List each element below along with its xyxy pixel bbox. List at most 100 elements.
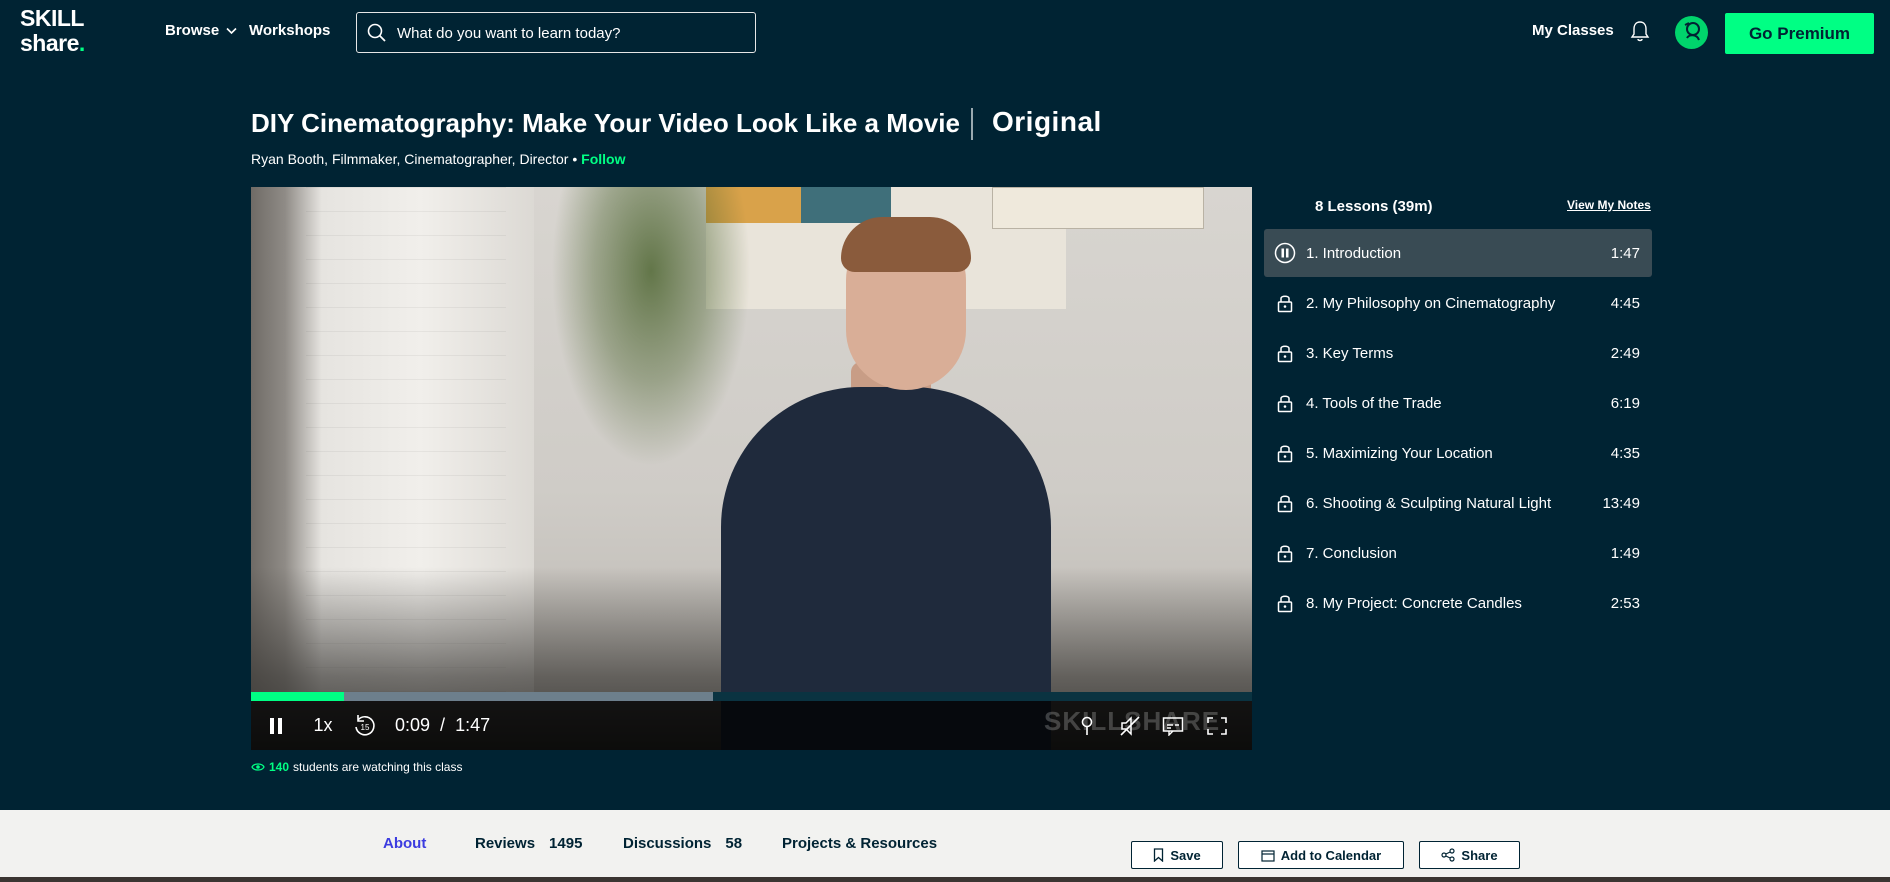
add-to-calendar-label: Add to Calendar: [1280, 847, 1382, 863]
teacher-name[interactable]: Ryan Booth, Filmmaker, Cinematographer, …: [251, 151, 568, 167]
lock-icon: [1277, 295, 1293, 313]
lesson-icon-wrap: [1264, 293, 1306, 313]
bookmark-icon: [1154, 848, 1164, 862]
lesson-icon-wrap: [1264, 443, 1306, 463]
pause-icon: [270, 717, 282, 734]
video-frame-frame: [992, 187, 1204, 229]
bullet-separator: •: [572, 151, 578, 167]
class-tabs-bar: [0, 810, 1890, 882]
lesson-duration: 13:49: [1602, 494, 1640, 512]
lesson-item[interactable]: 2. My Philosophy on Cinematography 4:45: [1264, 279, 1652, 327]
lesson-title: 1. Introduction: [1306, 244, 1402, 262]
lesson-item[interactable]: 3. Key Terms 2:49: [1264, 329, 1652, 377]
tab-reviews[interactable]: Reviews 1495: [475, 835, 582, 852]
chevron-down-icon: [226, 27, 237, 35]
lesson-title: 7. Conclusion: [1306, 544, 1397, 562]
go-premium-button[interactable]: Go Premium: [1725, 13, 1874, 54]
video-frame-person-hair: [841, 217, 971, 272]
search-bar[interactable]: [356, 12, 756, 53]
search-input[interactable]: [395, 17, 749, 50]
time-display: 0:09 / 1:47: [395, 701, 490, 750]
page-bottom-edge: [0, 877, 1890, 882]
captions-button[interactable]: [1160, 701, 1186, 750]
title-divider: [971, 108, 973, 140]
avatar-illustration-icon: [1684, 22, 1700, 41]
tab-discussions-count: 58: [725, 835, 743, 852]
share-button[interactable]: Share: [1419, 841, 1520, 869]
captions-icon: [1162, 716, 1184, 736]
tab-reviews-count: 1495: [549, 835, 583, 852]
lock-icon: [1277, 495, 1293, 513]
add-to-calendar-button[interactable]: Add to Calendar: [1238, 841, 1404, 869]
browse-label: Browse: [165, 22, 220, 39]
lesson-duration: 4:45: [1610, 294, 1640, 312]
logo-line-2: share: [20, 30, 79, 56]
original-badge: Original: [992, 106, 1102, 137]
time-separator: /: [440, 715, 446, 735]
mute-button[interactable]: [1117, 701, 1143, 750]
progress-played[interactable]: [251, 692, 345, 701]
tab-discussions[interactable]: Discussions 58: [623, 835, 742, 852]
workshops-link[interactable]: Workshops: [249, 22, 330, 39]
tab-discussions-label: Discussions: [623, 835, 712, 852]
lessons-count: 8 Lessons (39m): [1315, 198, 1433, 215]
lesson-title: 4. Tools of the Trade: [1306, 394, 1442, 412]
tab-about[interactable]: About: [383, 835, 426, 852]
fullscreen-icon: [1207, 716, 1227, 735]
pause-button[interactable]: [265, 701, 287, 750]
lock-icon: [1277, 395, 1293, 413]
lesson-icon-wrap: [1264, 543, 1306, 563]
pause-circle-icon: [1274, 242, 1296, 264]
lesson-duration: 1:47: [1610, 244, 1640, 262]
save-label: Save: [1170, 847, 1201, 863]
lesson-duration: 6:19: [1610, 394, 1640, 412]
share-label: Share: [1461, 847, 1498, 863]
lesson-item[interactable]: 6. Shooting & Sculpting Natural Light 13…: [1264, 479, 1652, 527]
lesson-item[interactable]: 8. My Project: Concrete Candles 2:53: [1264, 579, 1652, 627]
lesson-icon-wrap: [1264, 343, 1306, 363]
lesson-title: 3. Key Terms: [1306, 344, 1394, 362]
rewind-15-icon: 15: [355, 714, 375, 736]
follow-button[interactable]: Follow: [581, 151, 625, 167]
lesson-icon-wrap: [1264, 393, 1306, 413]
teacher-line: Ryan Booth, Filmmaker, Cinematographer, …: [251, 151, 625, 167]
lesson-item[interactable]: 4. Tools of the Trade 6:19: [1264, 379, 1652, 427]
watching-count: 140: [269, 760, 290, 774]
eye-icon: [251, 763, 265, 771]
lesson-item[interactable]: 7. Conclusion 1:49: [1264, 529, 1652, 577]
lesson-icon-wrap: [1264, 242, 1306, 264]
notification-bell-icon[interactable]: [1630, 20, 1650, 47]
logo-line-1: SKILL: [20, 5, 84, 31]
playback-speed-button[interactable]: 1x: [309, 701, 337, 750]
svg-text:15: 15: [361, 723, 370, 732]
view-my-notes-link[interactable]: View My Notes: [1567, 198, 1651, 212]
lesson-duration: 4:35: [1610, 444, 1640, 462]
lesson-title: 5. Maximizing Your Location: [1306, 444, 1493, 462]
lock-icon: [1277, 545, 1293, 563]
fullscreen-button[interactable]: [1204, 701, 1230, 750]
add-note-button[interactable]: [1075, 701, 1099, 750]
lesson-title: 2. My Philosophy on Cinematography: [1306, 294, 1556, 312]
lesson-duration: 2:49: [1610, 344, 1640, 362]
pin-note-icon: [1081, 716, 1093, 735]
video-frame-plant: [551, 187, 751, 467]
browse-menu[interactable]: Browse: [165, 22, 237, 39]
lesson-item[interactable]: 1. Introduction 1:47: [1264, 229, 1652, 277]
avatar[interactable]: [1675, 16, 1708, 49]
lesson-item[interactable]: 5. Maximizing Your Location 4:35: [1264, 429, 1652, 477]
current-time: 0:09: [395, 715, 431, 735]
rewind-15-button[interactable]: 15: [351, 701, 379, 750]
tab-projects-resources[interactable]: Projects & Resources: [782, 835, 937, 852]
lesson-duration: 1:49: [1610, 544, 1640, 562]
video-player[interactable]: SKILLSHARE 1x 15 0:09 / 1:47: [251, 187, 1252, 750]
share-icon: [1441, 848, 1456, 862]
my-classes-link[interactable]: My Classes: [1532, 22, 1614, 39]
save-button[interactable]: Save: [1131, 841, 1223, 869]
course-title: DIY Cinematography: Make Your Video Look…: [251, 108, 960, 138]
lesson-title: 6. Shooting & Sculpting Natural Light: [1306, 494, 1552, 512]
skillshare-logo[interactable]: SKILL share.: [20, 6, 130, 64]
logo-dot: .: [78, 30, 85, 56]
watching-label: students are watching this class: [293, 760, 463, 774]
lesson-title: 8. My Project: Concrete Candles: [1306, 594, 1522, 612]
volume-muted-icon: [1120, 715, 1140, 736]
